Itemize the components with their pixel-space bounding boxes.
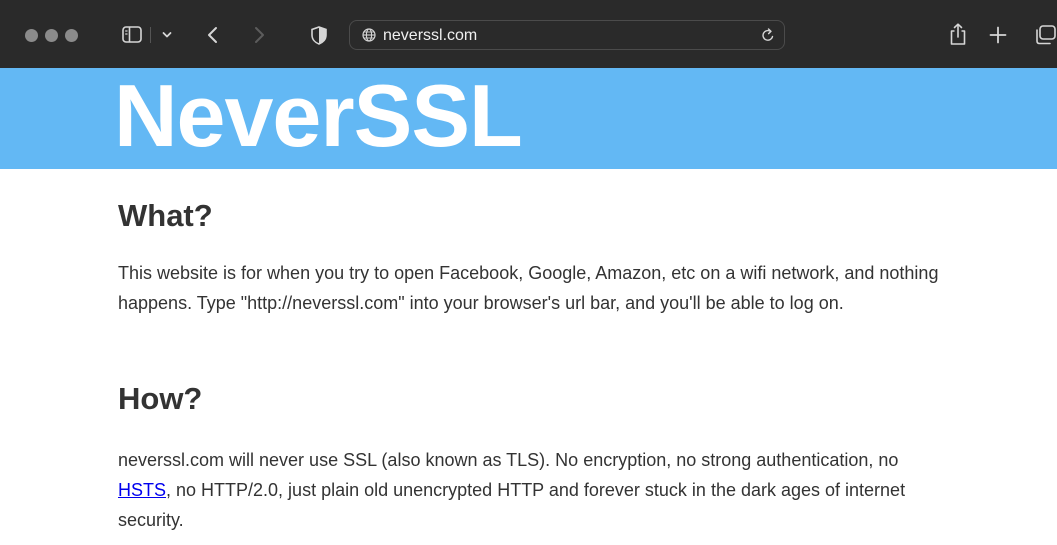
sidebar-icon[interactable] — [121, 23, 143, 45]
tabs-icon[interactable] — [1034, 24, 1056, 46]
plus-icon[interactable] — [988, 25, 1008, 45]
shield-icon[interactable] — [310, 24, 328, 46]
minimize-window-button[interactable] — [45, 29, 58, 42]
site-header: NeverSSL — [0, 68, 1057, 169]
chevron-down-icon[interactable] — [160, 28, 174, 42]
browser-toolbar: neverssl.com — [0, 0, 1057, 68]
globe-icon — [362, 28, 376, 42]
section-heading-what: What? — [118, 198, 213, 233]
chevron-right-icon[interactable] — [251, 24, 267, 46]
hsts-link[interactable]: HSTS — [118, 480, 166, 500]
zoom-window-button[interactable] — [65, 29, 78, 42]
close-window-button[interactable] — [25, 29, 38, 42]
chevron-left-icon[interactable] — [204, 24, 220, 46]
address-text: neverssl.com — [383, 27, 478, 44]
section-body-what: This website is for when you try to open… — [118, 263, 939, 313]
share-icon[interactable] — [949, 21, 967, 47]
address-bar[interactable]: neverssl.com — [349, 20, 785, 50]
toolbar-divider — [150, 27, 151, 43]
how-text-after-link: , no HTTP/2.0, just plain old unencrypte… — [118, 480, 906, 530]
how-text-before-link: neverssl.com will never use SSL (also kn… — [118, 450, 899, 470]
section-body-how: neverssl.com will never use SSL (also kn… — [118, 445, 948, 535]
section-heading-how: How? — [118, 381, 203, 416]
reload-icon[interactable] — [760, 27, 776, 43]
site-title: NeverSSL — [114, 68, 523, 165]
